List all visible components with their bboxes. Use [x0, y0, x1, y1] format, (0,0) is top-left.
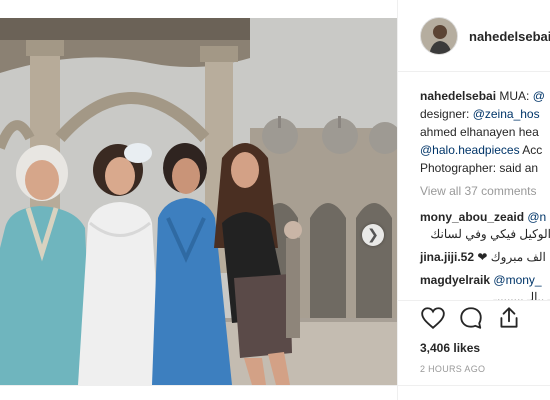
- caption-line: @halo.headpieces Acc: [420, 143, 542, 157]
- caption-text: Photographer: said an: [420, 161, 539, 175]
- photo-illustration: [0, 18, 397, 385]
- caption-username[interactable]: nahedelsebai: [420, 89, 496, 103]
- comment-button[interactable]: [458, 305, 484, 331]
- post-header: nahedelsebai: [398, 0, 550, 72]
- caption-text: Acc: [519, 143, 543, 157]
- caption-line: nahedelsebai MUA: @: [420, 89, 545, 103]
- comment-item: ـ ..الـ ........ـ: [493, 290, 550, 300]
- post-timestamp: 2 HOURS AGO: [420, 364, 486, 374]
- actions-divider: [398, 300, 550, 301]
- share-button[interactable]: [496, 305, 522, 331]
- next-photo-button[interactable]: ❯: [362, 224, 384, 246]
- caption-mention[interactable]: @: [533, 89, 545, 103]
- caption-mention[interactable]: @halo.headpieces: [420, 143, 520, 157]
- caption-line: designer: @zeina_hos: [420, 107, 540, 121]
- comment-text[interactable]: @n: [527, 210, 546, 224]
- comments-section: nahedelsebai MUA: @ designer: @zeina_hos…: [398, 80, 550, 300]
- comment-text[interactable]: @mony_: [493, 273, 541, 287]
- comment-text: ـ ..الـ ........ـ: [493, 290, 550, 300]
- comment-username[interactable]: magdyelraik: [420, 273, 490, 287]
- view-all-comments-link[interactable]: View all 37 comments: [420, 184, 537, 198]
- like-count[interactable]: 3,406 likes: [420, 341, 480, 355]
- caption-text: ahmed elhanayen hea: [420, 125, 539, 139]
- caption-text: MUA:: [499, 89, 533, 103]
- comment-icon: [460, 307, 482, 329]
- avatar-image: [421, 18, 457, 54]
- post-side-panel: nahedelsebai nahedelsebai MUA: @ designe…: [397, 0, 550, 400]
- bottom-border: [0, 385, 550, 386]
- heart-icon: [421, 307, 445, 329]
- share-icon: [500, 307, 518, 328]
- caption-line: Photographer: said an: [420, 161, 538, 175]
- comment-text: الف مبروك ❤: [477, 250, 546, 264]
- comment-text: الوكيل فيكي وفي لسانك: [430, 227, 550, 241]
- caption-mention[interactable]: @zeina_hos: [473, 107, 540, 121]
- post-actions: [420, 305, 540, 335]
- comment-item: magdyelraik @mony_: [420, 273, 542, 287]
- comment-username[interactable]: jina.jiji.52: [420, 250, 474, 264]
- comment-item: الوكيل فيكي وفي لسانك: [430, 227, 550, 241]
- caption-line: ahmed elhanayen hea: [420, 125, 539, 139]
- post-author-username[interactable]: nahedelsebai: [469, 29, 550, 44]
- comment-username[interactable]: mony_abou_zeaid: [420, 210, 524, 224]
- avatar[interactable]: [420, 17, 458, 55]
- caption-text: designer:: [420, 107, 473, 121]
- comment-item: jina.jiji.52 الف مبروك ❤: [420, 250, 546, 264]
- like-button[interactable]: [420, 305, 446, 331]
- chevron-right-icon: ❯: [367, 227, 379, 243]
- comment-item: mony_abou_zeaid @n: [420, 210, 546, 224]
- post-photo[interactable]: ❯: [0, 18, 397, 385]
